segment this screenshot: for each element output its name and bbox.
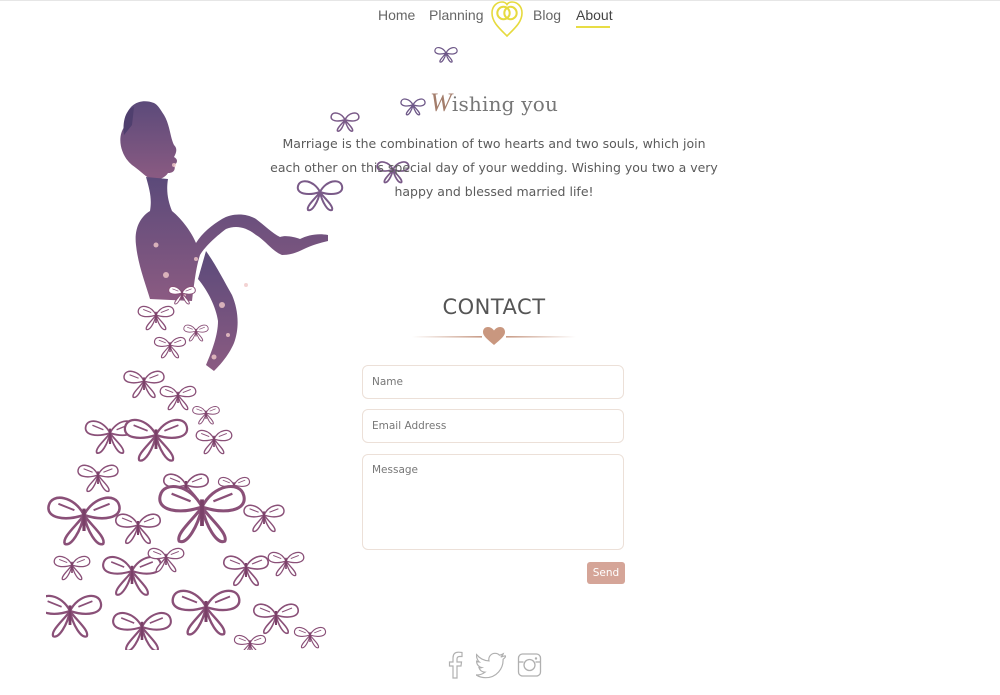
butterfly-icon (400, 98, 426, 116)
facebook-icon[interactable] (446, 651, 464, 679)
butterfly-icon (330, 112, 360, 132)
hero-heading-text: ishing you (451, 92, 559, 116)
twitter-icon[interactable] (476, 651, 506, 679)
main-nav: Home Planning Blog About (0, 0, 1000, 40)
instagram-icon[interactable] (517, 651, 542, 679)
nav-active-underline (576, 26, 610, 28)
hero-heading: Wishing you (430, 88, 560, 120)
rings-logo-icon[interactable] (489, 0, 525, 38)
hero-heading-initial: W (430, 88, 452, 117)
nav-about[interactable]: About (576, 7, 613, 23)
name-input[interactable] (362, 365, 624, 399)
heart-divider-icon (412, 327, 576, 345)
contact-title: CONTACT (442, 295, 546, 319)
nav-planning[interactable]: Planning (429, 7, 484, 23)
nav-home[interactable]: Home (378, 7, 415, 23)
send-button[interactable]: Send (587, 562, 625, 584)
email-input[interactable] (362, 409, 624, 443)
butterfly-icon (434, 47, 458, 63)
nav-blog[interactable]: Blog (533, 7, 561, 23)
message-textarea[interactable] (362, 454, 624, 550)
hero-text: Marriage is the combination of two heart… (270, 136, 718, 199)
